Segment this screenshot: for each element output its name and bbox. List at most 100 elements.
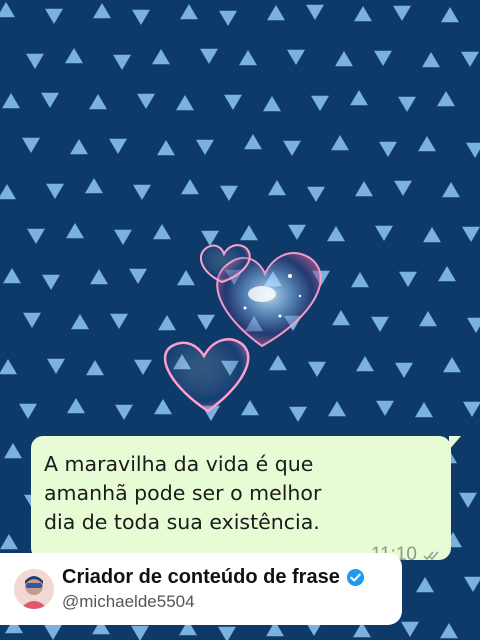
pattern-triangle [137,93,155,109]
pattern-triangle [66,223,84,239]
pattern-triangle [152,49,170,65]
pattern-triangle [129,268,147,284]
pattern-triangle [441,7,459,23]
pattern-triangle [41,92,59,108]
pattern-triangle [418,136,436,152]
pattern-triangle [443,357,461,373]
pattern-triangle [47,358,65,374]
pattern-triangle [311,95,329,111]
creator-profile-card[interactable]: Criador de conteúdo de frase @michaelde5… [0,553,402,625]
verified-badge-icon [346,568,364,587]
pattern-triangle [113,54,131,70]
pattern-triangle [423,227,441,243]
pattern-triangle [114,229,132,245]
pattern-triangle [437,91,455,107]
pattern-triangle [464,576,480,592]
pattern-triangle [379,141,397,157]
pattern-triangle [239,50,257,66]
pattern-triangle [287,49,305,65]
bubble-tail [449,436,461,450]
pattern-triangle [398,96,416,112]
pattern-triangle [45,8,63,24]
pattern-triangle [180,4,198,20]
pattern-triangle [442,182,460,198]
pattern-triangle [350,90,368,106]
pattern-triangle [70,139,88,155]
profile-handle: @michaelde5504 [62,592,195,611]
pattern-triangle [394,180,412,196]
pattern-triangle [463,401,480,417]
message-bubble[interactable]: A maravilha da vida é que amanhã pode se… [31,436,461,565]
pattern-triangle [354,6,372,22]
pattern-triangle [46,183,64,199]
pattern-triangle [181,179,199,195]
pattern-triangle [131,625,149,640]
pattern-triangle [263,96,281,112]
pattern-triangle [244,134,262,150]
pattern-triangle [176,95,194,111]
pattern-triangle [2,93,20,109]
message-text: A maravilha da vida é que amanhã pode se… [44,452,322,534]
pattern-triangle [220,185,238,201]
pattern-triangle [268,180,286,196]
pattern-triangle [375,225,393,241]
pattern-triangle [110,313,128,329]
pattern-triangle [27,228,45,244]
pattern-triangle [351,272,369,288]
pattern-triangle [419,311,437,327]
pattern-triangle [224,94,242,110]
pattern-triangle [355,181,373,197]
pattern-triangle [371,316,389,332]
pattern-triangle [3,268,21,284]
pattern-triangle [0,184,16,200]
pattern-triangle [219,10,237,26]
pattern-triangle [0,534,18,550]
pattern-triangle [466,142,480,158]
pattern-triangle [86,360,104,376]
pattern-triangle [23,312,41,328]
pattern-triangle [467,317,480,333]
pattern-triangle [157,140,175,156]
double-check-icon [423,551,439,560]
pattern-triangle [26,53,44,69]
pattern-triangle [462,226,480,242]
pattern-triangle [218,626,236,640]
pattern-triangle [67,398,85,414]
pattern-triangle [376,400,394,416]
pattern-triangle [438,266,456,282]
profile-name: Criador de conteúdo de frase [62,566,340,588]
pattern-triangle [374,50,392,66]
pattern-triangle [422,52,440,68]
pattern-triangle [200,48,218,64]
pattern-triangle [89,94,107,110]
pattern-triangle [4,443,22,459]
heart-bubbles-image [150,236,335,426]
pattern-triangle [0,2,15,18]
pattern-triangle [395,362,413,378]
pattern-triangle [90,269,108,285]
pattern-triangle [115,404,133,420]
pattern-triangle [0,359,17,375]
pattern-triangle [461,51,479,67]
pattern-triangle [85,178,103,194]
pattern-triangle [132,9,150,25]
pattern-triangle [267,5,285,21]
pattern-triangle [335,51,353,67]
pattern-triangle [44,624,62,640]
pattern-triangle [283,140,301,156]
pattern-triangle [42,274,60,290]
avatar[interactable] [14,569,54,609]
pattern-triangle [196,139,214,155]
pattern-triangle [19,403,37,419]
pattern-triangle [415,402,433,418]
pattern-triangle [133,184,151,200]
pattern-triangle [356,356,374,372]
pattern-triangle [440,623,458,639]
pattern-triangle [109,138,127,154]
pattern-triangle [401,621,419,637]
pattern-triangle [93,3,111,19]
pattern-triangle [306,4,324,20]
pattern-triangle [416,577,434,593]
pattern-triangle [307,186,325,202]
pattern-triangle [71,314,89,330]
